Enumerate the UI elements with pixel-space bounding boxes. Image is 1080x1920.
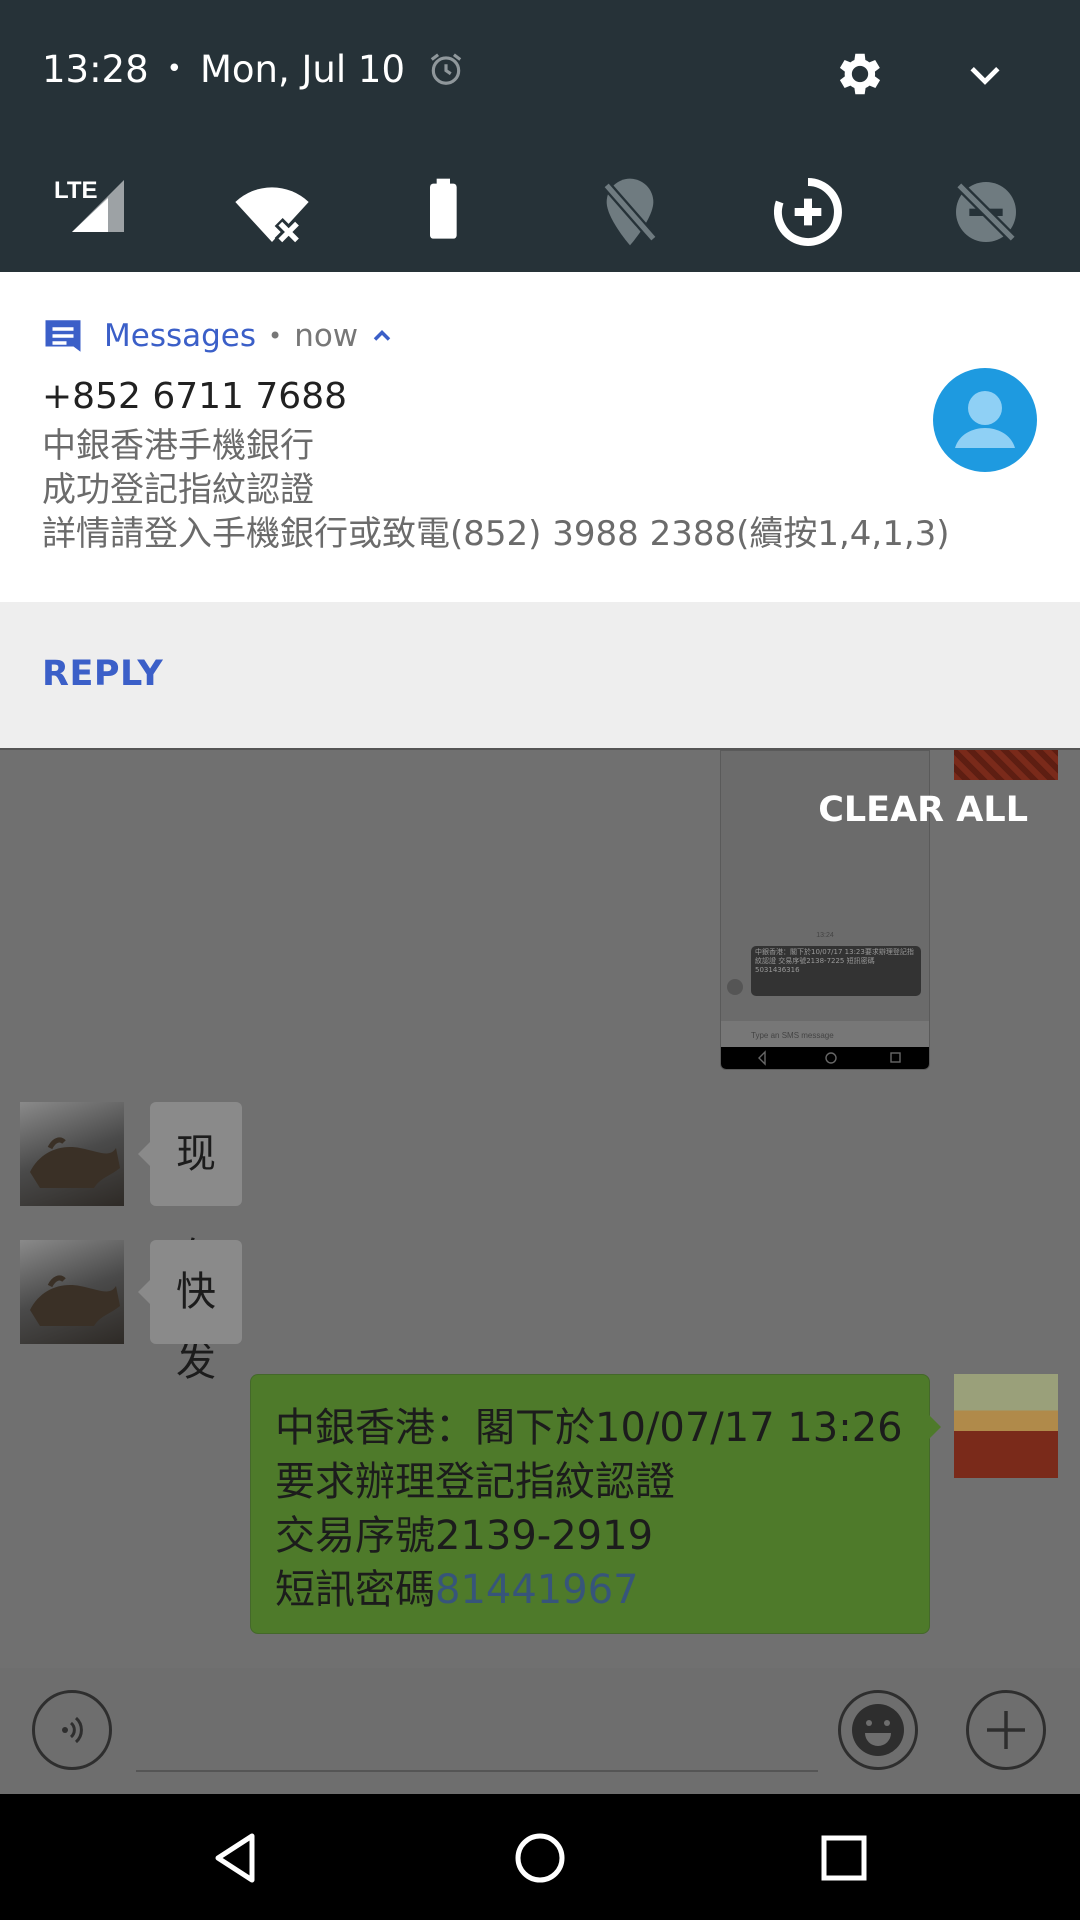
back-icon[interactable]	[206, 1828, 266, 1888]
message-input-bar	[0, 1668, 1080, 1794]
sms-code-link[interactable]: 81441967	[435, 1567, 639, 1613]
message-line: 要求辦理登記指紋認證	[275, 1459, 675, 1505]
emoji-icon[interactable]	[838, 1690, 918, 1770]
notification-line: 成功登記指紋認證	[42, 470, 314, 510]
notification-line: 中銀香港手機銀行	[42, 426, 314, 466]
notification-body: 中銀香港手機銀行 成功登記指紋認證 詳情請登入手機銀行或致電(852) 3988…	[42, 424, 982, 556]
chevron-down-icon[interactable]	[960, 54, 1010, 98]
avatar	[954, 1374, 1058, 1478]
alarm-icon	[430, 53, 462, 85]
notification-header: Messages • now	[42, 316, 396, 356]
notification-actions: REPLY	[0, 602, 1080, 750]
message-bubble: 现在发	[138, 1102, 242, 1385]
message-bubble-sent: 中銀香港：閣下於10/07/17 13:26 要求辦理登記指紋認證 交易序號21…	[250, 1374, 941, 1634]
data-saver-icon[interactable]	[768, 172, 848, 252]
recents-icon[interactable]	[814, 1828, 874, 1888]
notification-line: 詳情請登入手機銀行或致電(852) 3988 2388(續按1,4,1,3)	[42, 514, 950, 554]
navigation-bar	[0, 1794, 1080, 1920]
add-icon[interactable]	[966, 1690, 1046, 1770]
notification-time: now	[294, 318, 359, 354]
wifi-off-icon[interactable]	[232, 172, 312, 252]
messages-app-icon	[45, 320, 81, 352]
svg-text:13:24: 13:24	[816, 932, 834, 939]
message-line: 交易序號2139-2919	[275, 1513, 654, 1559]
status-row: 13:28 • Mon, Jul 10	[42, 44, 465, 94]
avatar	[954, 750, 1058, 780]
voice-icon[interactable]	[32, 1690, 112, 1770]
contact-avatar-icon	[933, 368, 1037, 472]
quick-settings-panel: 13:28 • Mon, Jul 10 LTE	[0, 0, 1080, 272]
clear-all-button[interactable]: CLEAR ALL	[818, 790, 1028, 830]
do-not-disturb-off-icon[interactable]	[946, 172, 1026, 252]
home-icon[interactable]	[510, 1828, 570, 1888]
message-line: 中銀香港：閣下於10/07/17 13:26	[275, 1405, 903, 1451]
svg-text:LTE: LTE	[54, 177, 98, 204]
reply-button[interactable]: REPLY	[42, 654, 163, 694]
message-text: 短訊密碼	[275, 1567, 435, 1613]
location-off-icon[interactable]	[590, 172, 670, 252]
lte-signal-icon[interactable]: LTE	[50, 172, 130, 252]
clock: 13:28	[42, 47, 149, 91]
battery-icon[interactable]	[410, 172, 490, 252]
message-bubble: 快	[138, 1240, 242, 1344]
settings-icon[interactable]	[832, 46, 888, 102]
message-input[interactable]	[136, 1770, 818, 1772]
list-item: 现在发	[20, 1102, 242, 1385]
avatar	[20, 1240, 124, 1344]
chat-background: 13:24 中銀香港：閣下於10/07/17 13:23要求辦理登記指紋認證 交…	[0, 750, 1080, 1794]
separator: •	[166, 54, 182, 84]
svg-text:Type an SMS message: Type an SMS message	[751, 1031, 834, 1040]
separator: •	[268, 322, 283, 350]
message-line: 短訊密碼81441967	[275, 1563, 905, 1617]
list-item: 快	[20, 1240, 242, 1344]
chevron-up-icon[interactable]	[368, 322, 396, 350]
thumbnail-text: 中銀香港：閣下於10/07/17 13:23要求辦理登記指紋認證 交易序號213…	[755, 948, 914, 974]
notification-sender: +852 6711 7688	[42, 376, 347, 417]
app-name: Messages	[104, 318, 257, 354]
message-notification[interactable]: Messages • now +852 6711 7688 中銀香港手機銀行 成…	[0, 272, 1080, 602]
date: Mon, Jul 10	[199, 47, 406, 91]
avatar	[20, 1102, 124, 1206]
